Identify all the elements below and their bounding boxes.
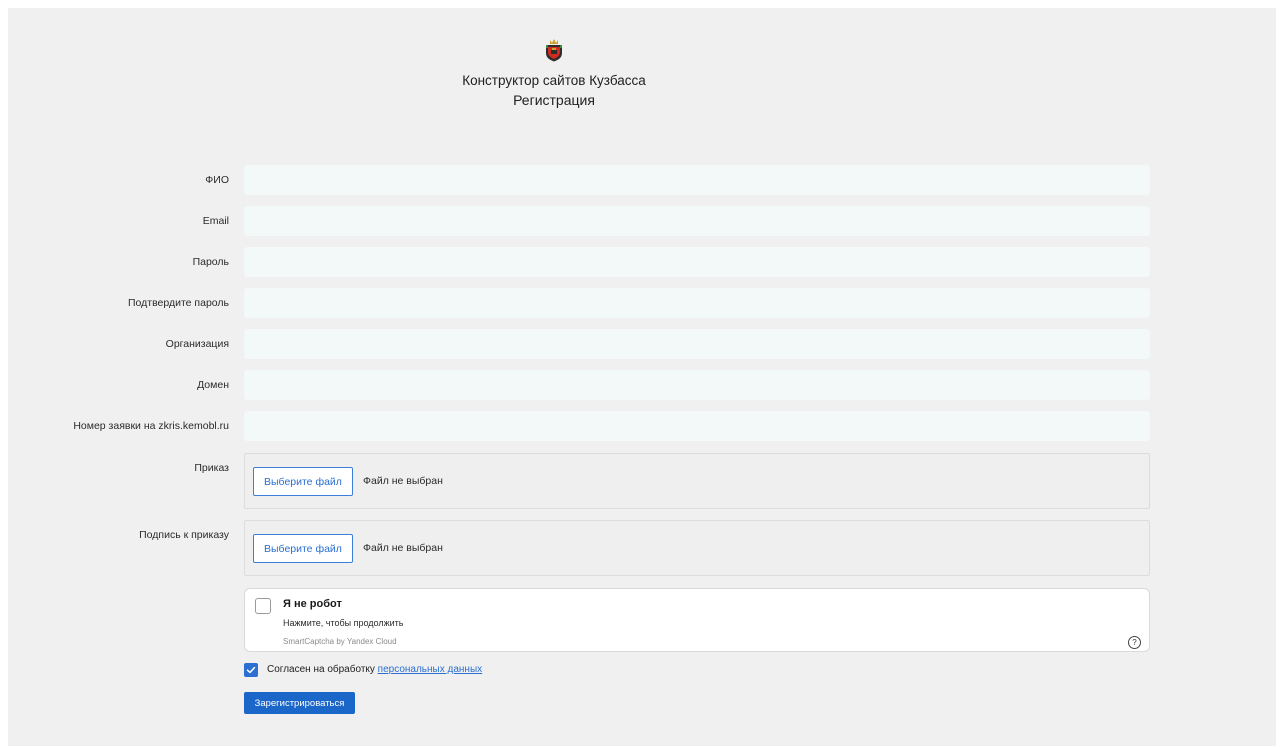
captcha-checkbox[interactable] xyxy=(255,598,271,614)
signature-file-status: Файл не выбран xyxy=(363,542,443,554)
consent-label: Согласен на обработку xyxy=(267,664,378,675)
order-choose-file-button[interactable]: Выберите файл xyxy=(253,467,353,496)
kuzbass-coat-of-arms-icon xyxy=(546,39,562,62)
order-file-input: Выберите файл Файл не выбран xyxy=(244,453,1150,509)
password-label: Пароль xyxy=(192,256,229,268)
captcha-brand: SmartCaptcha by Yandex Cloud xyxy=(283,637,397,646)
signature-file-input: Выберите файл Файл не выбран xyxy=(244,520,1150,576)
password-input[interactable] xyxy=(244,247,1150,277)
domain-label: Домен xyxy=(197,379,229,391)
signature-choose-file-button[interactable]: Выберите файл xyxy=(253,534,353,563)
confirm-password-input[interactable] xyxy=(244,288,1150,318)
page-title: Регистрация xyxy=(513,92,595,108)
fio-input[interactable] xyxy=(244,165,1150,195)
smart-captcha-widget: Я не робот Нажмите, чтобы продолжить Sma… xyxy=(244,588,1150,652)
registration-page: Конструктор сайтов Кузбасса Регистрация … xyxy=(8,8,1276,746)
organization-label: Организация xyxy=(165,338,229,350)
captcha-title: Я не робот xyxy=(283,598,342,610)
request-number-input[interactable] xyxy=(244,411,1150,441)
help-icon[interactable]: ? xyxy=(1128,636,1141,649)
fio-label: ФИО xyxy=(205,174,229,186)
order-file-label: Приказ xyxy=(194,462,229,474)
checkmark-icon xyxy=(246,666,256,674)
signature-file-label: Подпись к приказу xyxy=(139,529,229,541)
order-file-status: Файл не выбран xyxy=(363,475,443,487)
page-header: Конструктор сайтов Кузбасса Регистрация xyxy=(8,38,1100,108)
site-title: Конструктор сайтов Кузбасса xyxy=(462,73,646,88)
register-button[interactable]: Зарегистрироваться xyxy=(244,692,355,714)
email-input[interactable] xyxy=(244,206,1150,236)
domain-input[interactable] xyxy=(244,370,1150,400)
request-number-label: Номер заявки на zkris.kemobl.ru xyxy=(73,420,229,432)
personal-data-link[interactable]: персональных данных xyxy=(378,664,482,675)
confirm-password-label: Подтвердите пароль xyxy=(127,297,229,309)
consent-checkbox[interactable] xyxy=(244,663,258,677)
captcha-subtitle: Нажмите, чтобы продолжить xyxy=(283,618,404,628)
organization-input[interactable] xyxy=(244,329,1150,359)
consent-text: Согласен на обработку персональных данны… xyxy=(267,664,482,675)
email-label: Email xyxy=(202,215,229,227)
